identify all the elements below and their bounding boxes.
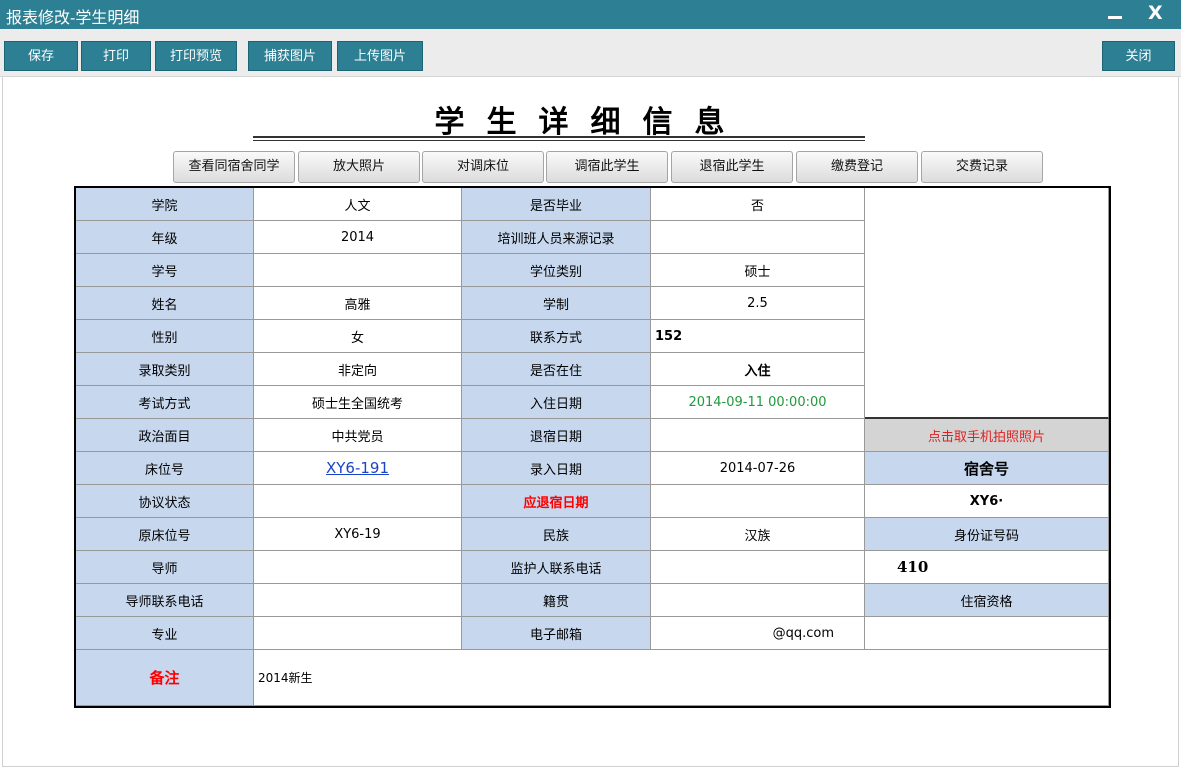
label-tutor-phone: 导师联系电话 <box>76 584 254 617</box>
label-bed-no: 床位号 <box>76 452 254 485</box>
label-graduated: 是否毕业 <box>462 188 651 221</box>
label-training-source: 培训班人员来源记录 <box>462 221 651 254</box>
label-gender: 性别 <box>76 320 254 353</box>
label-admission-type: 录取类别 <box>76 353 254 386</box>
value-entry-date: 2014-07-26 <box>651 452 865 485</box>
value-remark: 2014新生 <box>254 650 1109 706</box>
value-name: 高雅 <box>254 287 462 320</box>
close-window-icon[interactable]: X <box>1148 2 1163 24</box>
label-major: 专业 <box>76 617 254 650</box>
value-dorm-no: XY6· <box>865 485 1109 518</box>
label-guardian-phone: 监护人联系电话 <box>462 551 651 584</box>
page-title: 学生详细信息 <box>434 105 747 140</box>
label-email: 电子邮箱 <box>462 617 651 650</box>
value-checkout-date <box>651 419 865 452</box>
upload-image-button[interactable]: 上传图片 <box>337 41 423 71</box>
print-button[interactable]: 打印 <box>81 41 151 71</box>
label-native-place: 籍贯 <box>462 584 651 617</box>
value-training-source <box>651 221 865 254</box>
label-ethnicity: 民族 <box>462 518 651 551</box>
value-gender: 女 <box>254 320 462 353</box>
label-tutor: 导师 <box>76 551 254 584</box>
value-student-no <box>254 254 462 287</box>
window-title: 报表修改-学生明细 <box>6 8 140 27</box>
student-detail-table: 学院 人文 是否毕业 否 年级 2014 培训班人员来源记录 学号 学位类别 硕… <box>74 186 1111 708</box>
value-grade: 2014 <box>254 221 462 254</box>
value-political: 中共党员 <box>254 419 462 452</box>
label-student-no: 学号 <box>76 254 254 287</box>
value-college: 人文 <box>254 188 462 221</box>
value-living: 入住 <box>651 353 865 386</box>
value-exam-method: 硕士生全国统考 <box>254 386 462 419</box>
payment-records-button[interactable]: 交费记录 <box>921 151 1043 183</box>
value-id-no: 410 <box>865 551 1109 584</box>
value-major <box>254 617 462 650</box>
label-agreement: 协议状态 <box>76 485 254 518</box>
label-checkout-date: 退宿日期 <box>462 419 651 452</box>
value-contact: 152 <box>651 320 865 353</box>
bed-no-link[interactable]: XY6-191 <box>326 459 389 477</box>
label-remark: 备注 <box>76 650 254 706</box>
transfer-dorm-button[interactable]: 调宿此学生 <box>546 151 668 183</box>
label-college: 学院 <box>76 188 254 221</box>
value-schooling: 2.5 <box>651 287 865 320</box>
view-roommates-button[interactable]: 查看同宿舍同学 <box>173 151 295 183</box>
window-titlebar: 报表修改-学生明细 X <box>0 0 1181 29</box>
value-degree-type: 硕士 <box>651 254 865 287</box>
print-preview-button[interactable]: 打印预览 <box>155 41 237 71</box>
label-id-no: 身份证号码 <box>865 518 1109 551</box>
label-name: 姓名 <box>76 287 254 320</box>
value-ethnicity: 汉族 <box>651 518 865 551</box>
value-agreement <box>254 485 462 518</box>
label-schooling: 学制 <box>462 287 651 320</box>
value-bed-no-cell: XY6-191 <box>254 452 462 485</box>
label-grade: 年级 <box>76 221 254 254</box>
title-underline-thin <box>253 140 865 141</box>
minimize-icon[interactable] <box>1108 16 1122 19</box>
value-tutor-phone <box>254 584 462 617</box>
close-button[interactable]: 关闭 <box>1102 41 1175 71</box>
value-email: @qq.com <box>651 617 865 650</box>
enlarge-photo-button[interactable]: 放大照片 <box>298 151 420 183</box>
payment-register-button[interactable]: 缴费登记 <box>796 151 918 183</box>
title-underline <box>253 136 865 138</box>
label-orig-bed: 原床位号 <box>76 518 254 551</box>
label-checkin-date: 入住日期 <box>462 386 651 419</box>
label-degree-type: 学位类别 <box>462 254 651 287</box>
value-admission-type: 非定向 <box>254 353 462 386</box>
label-qualification: 住宿资格 <box>865 584 1109 617</box>
value-orig-bed: XY6-19 <box>254 518 462 551</box>
capture-image-button[interactable]: 捕获图片 <box>248 41 332 71</box>
value-graduated: 否 <box>651 188 865 221</box>
value-qualification <box>865 617 1109 650</box>
student-photo[interactable] <box>865 188 1109 419</box>
value-guardian-phone <box>651 551 865 584</box>
label-contact: 联系方式 <box>462 320 651 353</box>
take-photo-button[interactable]: 点击取手机拍照照片 <box>865 419 1109 452</box>
label-dorm-no: 宿舍号 <box>865 452 1109 485</box>
save-button[interactable]: 保存 <box>4 41 78 71</box>
checkout-student-button[interactable]: 退宿此学生 <box>671 151 793 183</box>
toolbar: 保存 打印 打印预览 捕获图片 上传图片 关闭 <box>0 29 1181 77</box>
label-living: 是否在住 <box>462 353 651 386</box>
swap-bed-button[interactable]: 对调床位 <box>422 151 544 183</box>
label-due-checkout: 应退宿日期 <box>462 485 651 518</box>
label-exam-method: 考试方式 <box>76 386 254 419</box>
value-checkin-date: 2014-09-11 00:00:00 <box>651 386 865 419</box>
value-tutor <box>254 551 462 584</box>
value-due-checkout <box>651 485 865 518</box>
value-native-place <box>651 584 865 617</box>
label-entry-date: 录入日期 <box>462 452 651 485</box>
label-political: 政治面目 <box>76 419 254 452</box>
